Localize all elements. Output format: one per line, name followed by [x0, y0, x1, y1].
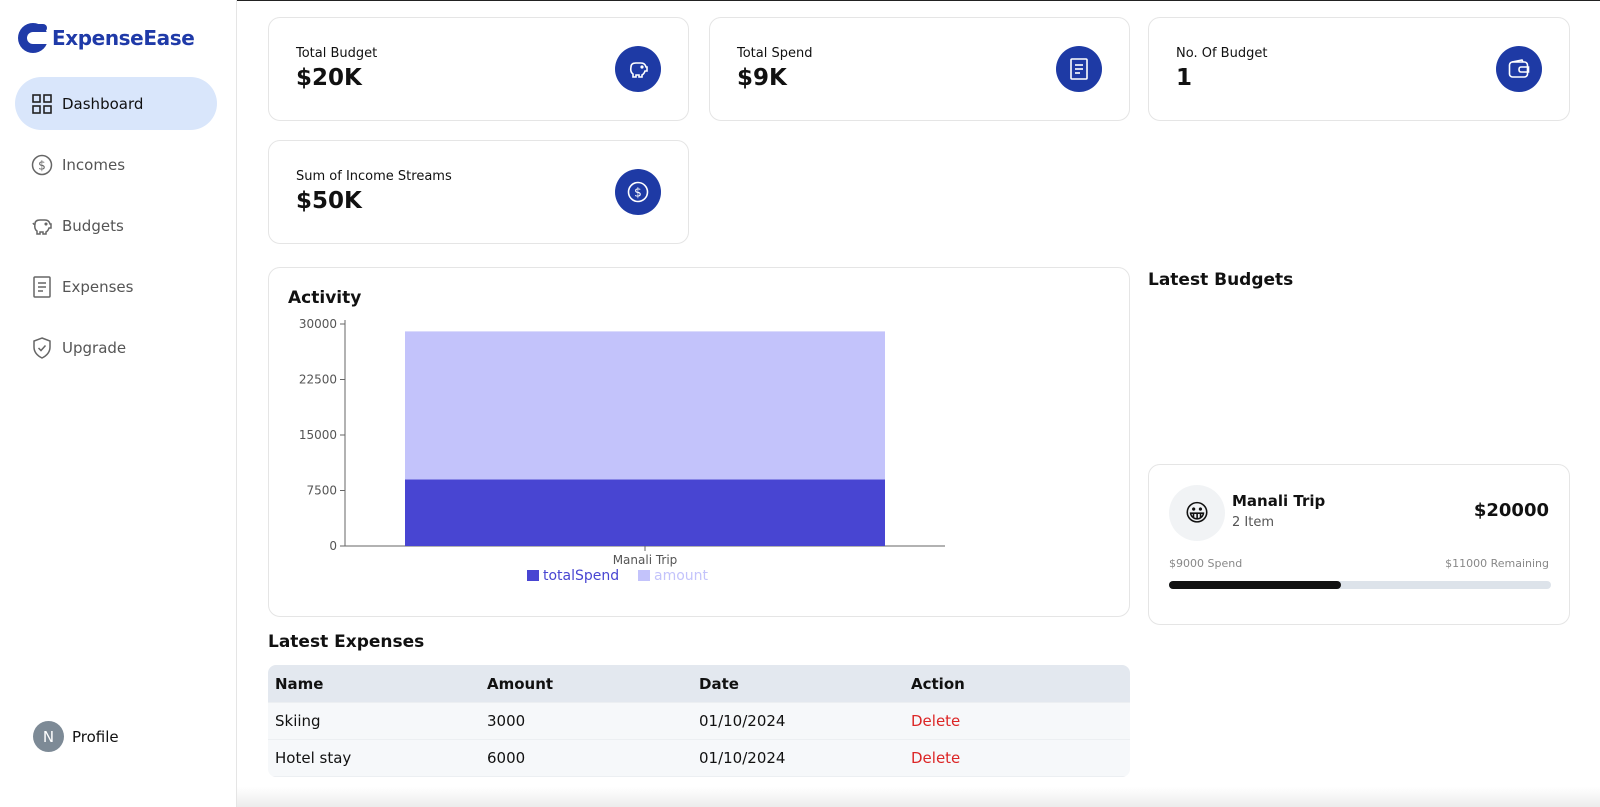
stat-label: Total Budget [296, 46, 378, 61]
stat-value: $9K [737, 65, 787, 91]
y-tick-label: 30000 [299, 317, 337, 331]
budget-name: Manali Trip [1232, 492, 1326, 510]
wallet-icon [1496, 46, 1542, 92]
sidebar-item-label: Budgets [62, 216, 124, 235]
bar-totalSpend [405, 479, 885, 546]
logo-icon [18, 23, 49, 53]
legend-swatch-totalSpend [527, 570, 539, 581]
legend-swatch-amount [638, 570, 650, 581]
delete-button[interactable]: Delete [904, 712, 1116, 730]
sidebar-item-expenses[interactable]: Expenses [15, 260, 217, 313]
profile-button[interactable]: N Profile [33, 721, 119, 752]
expenses-table: Name Amount Date Action Skiing 3000 01/1… [268, 665, 1130, 777]
budget-progress-bar [1169, 581, 1551, 589]
sidebar-item-label: Upgrade [62, 338, 127, 357]
stat-card-total-spend: Total Spend $9K [709, 17, 1130, 121]
column-header-name: Name [275, 674, 324, 693]
receipt-icon [31, 275, 53, 298]
piggy-bank-icon [615, 46, 661, 92]
expense-amount: 3000 [487, 712, 526, 730]
app-logo[interactable]: ExpenseEase [17, 22, 195, 54]
y-tick-label: 0 [329, 539, 337, 553]
legend-label-totalSpend: totalSpend [543, 568, 619, 584]
activity-chart-card: Activity 0 7500 15000 22500 30000 Manali Trip… [268, 267, 1130, 617]
budget-remaining: $11000 Remaining [1445, 557, 1549, 570]
budget-card[interactable]: 😀 Manali Trip 2 Item $20000 $9000 Spend … [1148, 464, 1570, 625]
delete-button[interactable]: Delete [904, 749, 1116, 767]
stat-card-income-streams: Sum of Income Streams $50K $ [268, 140, 689, 244]
svg-text:$: $ [634, 186, 642, 200]
shield-check-icon [31, 336, 53, 359]
piggy-bank-icon [31, 215, 53, 237]
stat-value: 1 [1176, 65, 1193, 91]
latest-budgets-title: Latest Budgets [1148, 270, 1294, 290]
y-tick-label: 22500 [299, 373, 337, 387]
stat-card-total-budget: Total Budget $20K [268, 17, 689, 121]
stat-card-number-of-budgets: No. Of Budget 1 [1148, 17, 1570, 121]
legend-label-amount: amount [654, 568, 709, 584]
sidebar-item-budgets[interactable]: Budgets [15, 199, 217, 252]
stat-label: No. Of Budget [1176, 46, 1268, 61]
column-header-amount: Amount [487, 674, 554, 693]
sidebar-item-label: Dashboard [62, 94, 144, 113]
table-row: Skiing 3000 01/10/2024 Delete [268, 703, 1130, 740]
sidebar-item-upgrade[interactable]: Upgrade [15, 321, 217, 374]
sidebar: ExpenseEase Dashboard $ Incomes Budgets … [0, 0, 237, 807]
receipt-icon [1056, 46, 1102, 92]
sidebar-item-incomes[interactable]: $ Incomes [15, 138, 217, 191]
sidebar-item-label: Incomes [62, 155, 126, 174]
column-header-action: Action [911, 674, 965, 693]
avatar: N [33, 721, 64, 752]
y-tick-label: 15000 [299, 428, 337, 442]
y-tick-label: 7500 [306, 484, 337, 498]
stat-value: $20K [296, 65, 362, 91]
budget-emoji: 😀 [1169, 485, 1225, 541]
bar-amount [405, 331, 885, 480]
column-header-date: Date [699, 674, 739, 693]
dollar-circle-icon: $ [31, 154, 53, 176]
table-row: Hotel stay 6000 01/10/2024 Delete [268, 740, 1130, 777]
dashboard-grid-icon [31, 93, 53, 115]
sidebar-item-label: Expenses [62, 277, 134, 296]
table-header: Name Amount Date Action [268, 665, 1130, 703]
svg-text:$: $ [38, 158, 46, 172]
bottom-fade [237, 787, 1600, 807]
dollar-circle-icon: $ [615, 169, 661, 215]
latest-expenses-title: Latest Expenses [268, 632, 425, 652]
budget-progress-fill [1169, 581, 1341, 589]
x-tick-label: Manali Trip [613, 553, 678, 567]
stat-label: Sum of Income Streams [296, 169, 452, 184]
activity-chart: 0 7500 15000 22500 30000 Manali TriptotalSpen… [299, 317, 945, 584]
expense-date: 01/10/2024 [699, 749, 786, 767]
sidebar-item-dashboard[interactable]: Dashboard [15, 77, 217, 130]
expense-name: Skiing [275, 712, 321, 730]
stat-label: Total Spend [737, 46, 813, 61]
expense-amount: 6000 [487, 749, 526, 767]
stat-value: $50K [296, 188, 362, 214]
expense-date: 01/10/2024 [699, 712, 786, 730]
budget-spend: $9000 Spend [1169, 557, 1243, 570]
expense-name: Hotel stay [275, 749, 352, 767]
budget-item-count: 2 Item [1232, 515, 1274, 530]
app-name: ExpenseEase [52, 26, 195, 50]
profile-label: Profile [72, 727, 119, 746]
budget-amount: $20000 [1473, 500, 1549, 521]
